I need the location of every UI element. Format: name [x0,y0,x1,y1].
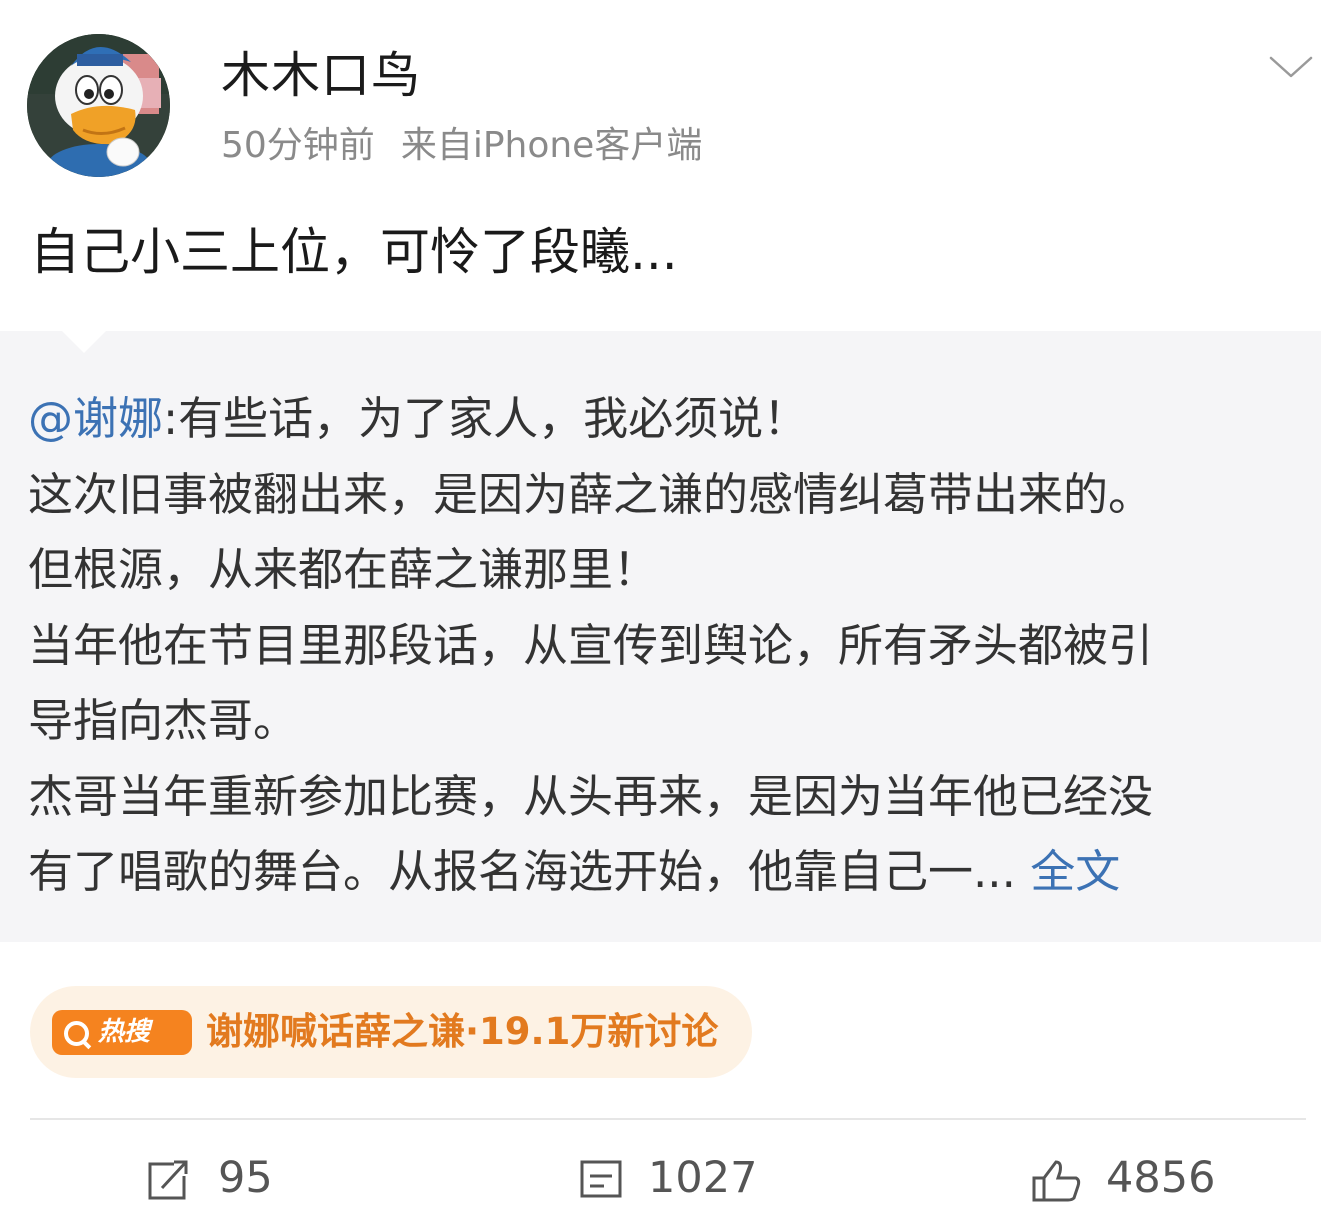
like-button[interactable]: 4856 [1030,1150,1230,1203]
post-text: 自己小三上位，可怜了段曦... [30,223,678,281]
hot-search-badge: 热搜 [52,1010,192,1055]
hot-search-pill[interactable]: 热搜 谢娜喊话薛之谦·19.1万新讨论 [30,986,752,1078]
full-text-link[interactable]: 全文 [1030,845,1120,898]
comment-icon [580,1160,622,1198]
post-source: 来自iPhone客户端 [400,125,703,166]
repost-notch [62,331,106,353]
author-name[interactable]: 木木口鸟 [221,46,421,106]
repost-button[interactable]: 95 [144,1150,304,1203]
repost-line: 这次旧事被翻出来，是因为薛之谦的感情纠葛带出来的。 [28,467,1154,521]
avatar[interactable] [27,34,170,177]
post-meta: 50分钟前 来自iPhone客户端 [221,121,702,171]
comment-count: 1027 [648,1153,758,1203]
like-count: 4856 [1106,1153,1216,1203]
comment-button[interactable]: 1027 [578,1150,778,1203]
mention-link[interactable]: @谢娜 [28,392,163,445]
donald-duck-avatar-image [27,34,170,177]
hot-search-text: 谢娜喊话薛之谦·19.1万新讨论 [206,1010,719,1053]
divider [30,1118,1306,1120]
post-time: 50分钟前 [221,125,375,166]
repost-line: 杰哥当年重新参加比赛，从头再来，是因为当年他已经没 [28,769,1154,823]
repost-line: 导指向杰哥。 [28,694,299,747]
repost-line: @谢娜:有些话，为了家人，我必须说！ [28,392,809,445]
like-icon [1032,1160,1081,1202]
repost-count: 95 [218,1153,273,1203]
repost-line: 有了唱歌的舞台。从报名海选开始，他靠自己一... 全文 [28,845,1121,898]
repost-body: @谢娜:有些话，为了家人，我必须说！ 这次旧事被翻出来，是因为薛之谦的感情纠葛带… [28,381,1313,910]
repost-line: 但根源，从来都在薛之谦那里！ [28,543,659,596]
search-icon [64,1021,89,1046]
chevron-down-icon[interactable] [1268,54,1314,82]
hot-search-badge-label: 热搜 [98,1017,151,1047]
repost-icon [148,1160,188,1200]
repost-line: 当年他在节目里那段话，从宣传到舆论，所有矛头都被引 [28,618,1154,672]
